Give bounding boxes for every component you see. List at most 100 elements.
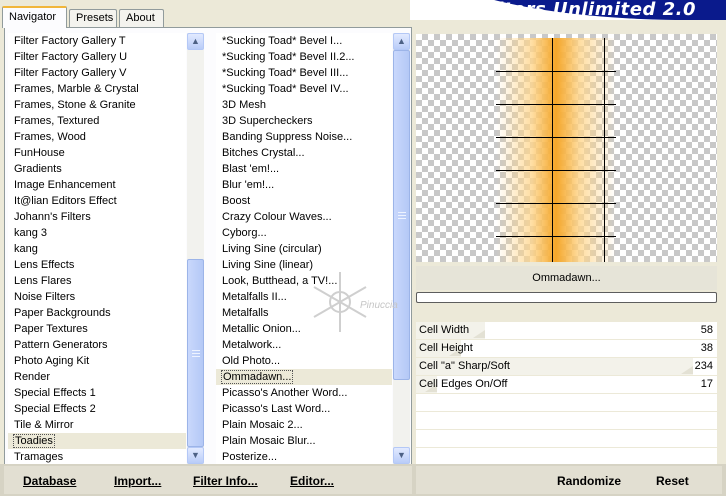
scroll-down-icon[interactable]: ▼: [187, 447, 204, 464]
filter-item[interactable]: *Sucking Toad* Bevel II.2...: [216, 49, 392, 65]
filter-item-label: Old Photo...: [222, 355, 281, 367]
preview-cell-edge: [496, 104, 616, 105]
category-item[interactable]: Tile & Mirror: [8, 417, 186, 433]
editor-button[interactable]: Editor...: [290, 474, 334, 488]
filter-item[interactable]: Banding Suppress Noise...: [216, 129, 392, 145]
filter-scrollbar[interactable]: ▲ ▼: [393, 33, 410, 464]
category-item-label: kang 3: [14, 227, 48, 239]
filter-item[interactable]: Blast 'em!...: [216, 161, 392, 177]
filter-scroll-thumb[interactable]: [393, 50, 410, 380]
category-item[interactable]: Lens Flares: [8, 273, 186, 289]
filter-item[interactable]: Bitches Crystal...: [216, 145, 392, 161]
filter-item[interactable]: Look, Butthead, a TV!...: [216, 273, 392, 289]
database-button[interactable]: Database: [23, 474, 76, 488]
category-item[interactable]: Filter Factory Gallery U: [8, 49, 186, 65]
filter-item-label: Metalwork...: [222, 339, 282, 351]
scroll-up-icon[interactable]: ▲: [187, 33, 204, 50]
filter-item-label: Living Sine (circular): [222, 243, 322, 255]
tab-navigator[interactable]: Navigator: [2, 6, 67, 28]
category-item[interactable]: Frames, Wood: [8, 129, 186, 145]
category-list[interactable]: Filter Factory Gallery T Filter Factory G…: [8, 33, 186, 464]
slider-thumb-icon[interactable]: [473, 330, 486, 338]
parameter-slider[interactable]: Cell Edges On/Off 17: [416, 376, 717, 394]
tab-about[interactable]: About: [119, 9, 164, 27]
filter-item[interactable]: 3D Mesh: [216, 97, 392, 113]
scroll-down-icon[interactable]: ▼: [393, 447, 410, 464]
category-item[interactable]: Tramages: [8, 449, 186, 464]
filter-item[interactable]: *Sucking Toad* Bevel I...: [216, 33, 392, 49]
filter-item[interactable]: Metalfalls II...: [216, 289, 392, 305]
parameter-slider[interactable]: Cell "a" Sharp/Soft 234: [416, 358, 717, 376]
category-scrollbar[interactable]: ▲ ▼: [187, 33, 204, 464]
app-banner: Filters Unlimited 2.0: [410, 0, 726, 20]
parameter-slider[interactable]: Cell Width 58: [416, 322, 717, 340]
category-item[interactable]: Render: [8, 369, 186, 385]
category-item-label: Special Effects 2: [14, 403, 96, 415]
category-item[interactable]: kang 3: [8, 225, 186, 241]
filter-item[interactable]: Posterize...: [216, 449, 392, 464]
category-item[interactable]: Toadies: [8, 433, 186, 449]
filter-item-label: Metalfalls II...: [222, 291, 287, 303]
category-item[interactable]: Filter Factory Gallery V: [8, 65, 186, 81]
category-item[interactable]: Frames, Marble & Crystal: [8, 81, 186, 97]
category-item[interactable]: FunHouse: [8, 145, 186, 161]
filter-item-label: *Sucking Toad* Bevel II.2...: [222, 51, 355, 63]
filter-item[interactable]: Cyborg...: [216, 225, 392, 241]
category-item[interactable]: Noise Filters: [8, 289, 186, 305]
category-item[interactable]: Pattern Generators: [8, 337, 186, 353]
filter-item[interactable]: Living Sine (linear): [216, 257, 392, 273]
filter-item[interactable]: Ommadawn...: [216, 369, 392, 385]
filter-item[interactable]: Picasso's Another Word...: [216, 385, 392, 401]
filter-item[interactable]: Crazy Colour Waves...: [216, 209, 392, 225]
empty-slider-slot: [416, 430, 717, 448]
category-item-label: Gradients: [14, 163, 62, 175]
filter-item[interactable]: Plain Mosaic 2...: [216, 417, 392, 433]
category-item[interactable]: Photo Aging Kit: [8, 353, 186, 369]
category-item[interactable]: Special Effects 1: [8, 385, 186, 401]
category-item[interactable]: Frames, Textured: [8, 113, 186, 129]
category-item[interactable]: Paper Textures: [8, 321, 186, 337]
randomize-button[interactable]: Randomize: [557, 474, 621, 488]
category-item[interactable]: Gradients: [8, 161, 186, 177]
filter-item[interactable]: Old Photo...: [216, 353, 392, 369]
category-item[interactable]: Frames, Stone & Granite: [8, 97, 186, 113]
category-item[interactable]: Lens Effects: [8, 257, 186, 273]
parameter-value: 58: [700, 324, 713, 336]
scroll-up-icon[interactable]: ▲: [393, 33, 410, 50]
category-item[interactable]: Image Enhancement: [8, 177, 186, 193]
filter-item[interactable]: Blur 'em!...: [216, 177, 392, 193]
filter-item[interactable]: Metallic Onion...: [216, 321, 392, 337]
filter-name-label: Ommadawn...: [416, 266, 717, 290]
category-item-label: Render: [14, 371, 51, 383]
filter-item[interactable]: *Sucking Toad* Bevel IV...: [216, 81, 392, 97]
category-item[interactable]: Johann's Filters: [8, 209, 186, 225]
category-item[interactable]: Filter Factory Gallery T: [8, 33, 186, 49]
category-item[interactable]: It@lian Editors Effect: [8, 193, 186, 209]
category-scroll-thumb[interactable]: [187, 259, 204, 447]
slider-thumb-icon[interactable]: [680, 366, 693, 374]
category-item[interactable]: Special Effects 2: [8, 401, 186, 417]
filter-item[interactable]: Boost: [216, 193, 392, 209]
filter-item-label: 3D Mesh: [222, 99, 267, 111]
tab-presets[interactable]: Presets: [69, 9, 117, 27]
category-item[interactable]: kang: [8, 241, 186, 257]
filter-item[interactable]: Metalfalls: [216, 305, 392, 321]
reset-button[interactable]: Reset: [656, 474, 689, 488]
parameter-slider[interactable]: Cell Height 38: [416, 340, 717, 358]
category-item-label: Paper Textures: [14, 323, 88, 335]
filter-item[interactable]: 3D Supercheckers: [216, 113, 392, 129]
filter-info-button[interactable]: Filter Info...: [193, 474, 258, 488]
filter-item[interactable]: *Sucking Toad* Bevel III...: [216, 65, 392, 81]
filter-list[interactable]: *Sucking Toad* Bevel I... *Sucking Toad* …: [216, 33, 392, 464]
filter-item[interactable]: Living Sine (circular): [216, 241, 392, 257]
category-item-label: Filter Factory Gallery V: [14, 67, 127, 79]
category-item-label: Lens Effects: [14, 259, 75, 271]
category-item[interactable]: Paper Backgrounds: [8, 305, 186, 321]
filter-item-label: *Sucking Toad* Bevel III...: [222, 67, 349, 79]
import-button[interactable]: Import...: [114, 474, 161, 488]
filter-item[interactable]: Plain Mosaic Blur...: [216, 433, 392, 449]
preview-cell-edge: [496, 71, 616, 72]
filter-item[interactable]: Picasso's Last Word...: [216, 401, 392, 417]
filter-item[interactable]: Metalwork...: [216, 337, 392, 353]
parameter-label: Cell "a" Sharp/Soft: [419, 360, 510, 372]
